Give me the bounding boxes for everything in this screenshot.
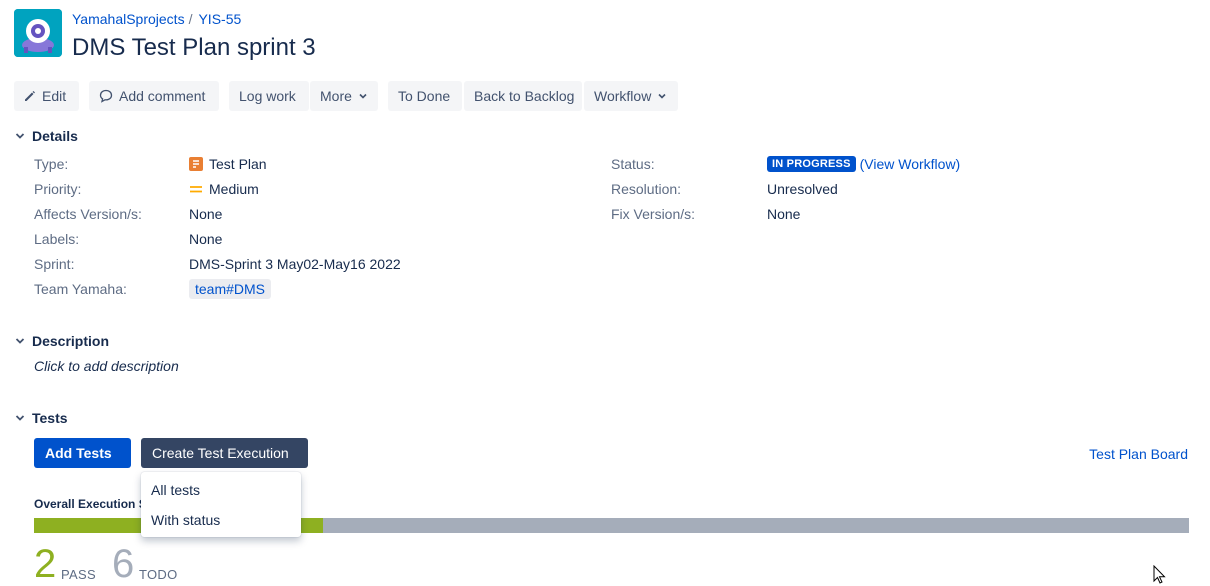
- add-tests-label: Add Tests: [45, 438, 112, 468]
- tests-section-toggle[interactable]: Tests: [14, 409, 68, 427]
- team-label: Team Yamaha:: [34, 280, 127, 298]
- comment-icon: [99, 89, 113, 103]
- back-to-backlog-button[interactable]: Back to Backlog: [464, 81, 582, 111]
- dropdown-item-with-status[interactable]: With status: [151, 511, 220, 529]
- breadcrumb-project-link[interactable]: YamahalSprojects: [72, 11, 185, 27]
- status-value: IN PROGRESS (View Workflow): [767, 155, 960, 173]
- chevron-down-icon: [358, 91, 368, 101]
- create-test-execution-dropdown: All tests With status: [141, 472, 301, 537]
- priority-label: Priority:: [34, 180, 81, 198]
- priority-medium-icon: [189, 182, 203, 196]
- team-value: team#DMS: [189, 279, 271, 299]
- test-plan-board-link[interactable]: Test Plan Board: [1089, 445, 1188, 463]
- to-done-label: To Done: [398, 81, 450, 111]
- type-label: Type:: [34, 155, 68, 173]
- back-to-backlog-label: Back to Backlog: [474, 81, 574, 111]
- pass-count: 2: [34, 542, 56, 586]
- fix-version-value: None: [767, 205, 800, 223]
- sprint-value[interactable]: DMS-Sprint 3 May02-May16 2022: [189, 255, 401, 273]
- tests-heading: Tests: [32, 409, 68, 427]
- breadcrumb-issue-link[interactable]: YIS-55: [198, 11, 241, 27]
- type-value: Test Plan: [189, 155, 267, 173]
- breadcrumb-separator: /: [189, 11, 193, 27]
- workflow-label: Workflow: [594, 81, 651, 111]
- resolution-label: Resolution:: [611, 180, 681, 198]
- status-badge: IN PROGRESS: [767, 156, 856, 172]
- description-heading: Description: [32, 332, 109, 350]
- mouse-cursor-icon: [1153, 565, 1167, 585]
- priority-value: Medium: [189, 180, 259, 198]
- labels-value: None: [189, 230, 222, 248]
- dropdown-item-all-tests[interactable]: All tests: [151, 481, 200, 499]
- add-comment-label: Add comment: [119, 81, 205, 111]
- todo-count: 6: [112, 542, 134, 586]
- chevron-down-icon: [14, 130, 26, 142]
- add-tests-button[interactable]: Add Tests: [34, 438, 131, 468]
- description-placeholder[interactable]: Click to add description: [34, 357, 179, 375]
- issue-title[interactable]: DMS Test Plan sprint 3: [72, 34, 316, 62]
- view-workflow-link[interactable]: (View Workflow): [860, 155, 961, 173]
- to-done-button[interactable]: To Done: [388, 81, 462, 111]
- todo-label: TODO: [139, 567, 178, 583]
- pass-label: PASS: [61, 567, 96, 583]
- add-comment-button[interactable]: Add comment: [89, 81, 219, 111]
- details-section-toggle[interactable]: Details: [14, 127, 78, 145]
- edit-button-label: Edit: [42, 81, 66, 111]
- project-avatar[interactable]: [14, 9, 62, 57]
- edit-button[interactable]: Edit: [14, 81, 79, 111]
- workflow-button[interactable]: Workflow: [584, 81, 678, 111]
- description-section-toggle[interactable]: Description: [14, 332, 109, 350]
- status-label: Status:: [611, 155, 655, 173]
- affects-version-value: None: [189, 205, 222, 223]
- log-work-label: Log work: [239, 81, 296, 111]
- log-work-button[interactable]: Log work: [229, 81, 309, 111]
- chevron-down-icon: [14, 412, 26, 424]
- resolution-value: Unresolved: [767, 180, 838, 198]
- details-heading: Details: [32, 127, 78, 145]
- fix-version-label: Fix Version/s:: [611, 205, 695, 223]
- priority-value-text: Medium: [209, 180, 259, 198]
- labels-label: Labels:: [34, 230, 79, 248]
- affects-version-label: Affects Version/s:: [34, 205, 142, 223]
- team-tag[interactable]: team#DMS: [189, 279, 271, 299]
- more-button[interactable]: More: [310, 81, 378, 111]
- sprint-label: Sprint:: [34, 255, 74, 273]
- more-label: More: [320, 81, 352, 111]
- type-value-text: Test Plan: [209, 155, 267, 173]
- overall-execution-status-label: Overall Execution St: [34, 496, 151, 512]
- breadcrumb: YamahalSprojects/ YIS-55: [72, 10, 241, 28]
- create-test-execution-label: Create Test Execution: [152, 438, 289, 468]
- chevron-down-icon: [14, 335, 26, 347]
- chevron-down-icon: [657, 91, 667, 101]
- project-avatar-icon: [14, 9, 62, 57]
- pencil-icon: [24, 90, 36, 102]
- create-test-execution-button[interactable]: Create Test Execution: [141, 438, 308, 468]
- test-plan-icon: [189, 157, 203, 171]
